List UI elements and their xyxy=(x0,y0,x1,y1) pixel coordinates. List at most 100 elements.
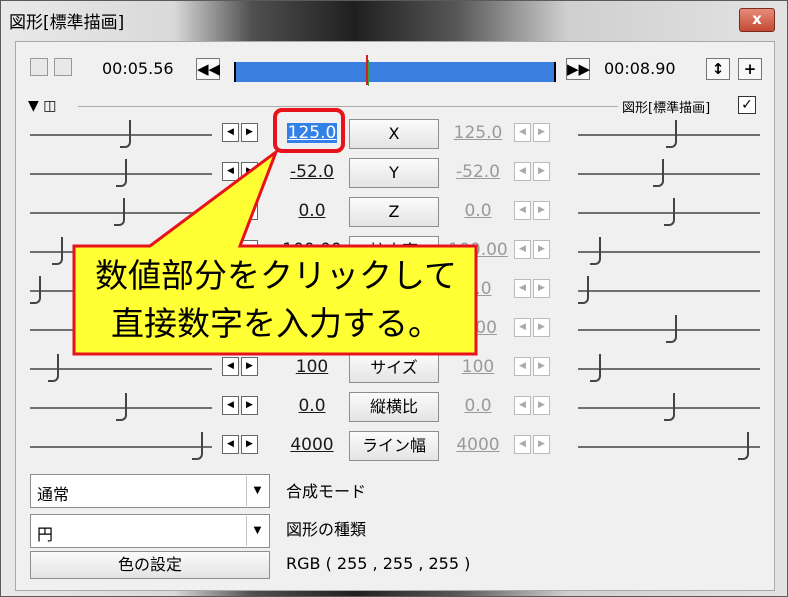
increment-icon[interactable]: ▶ xyxy=(533,123,550,142)
decrement-icon[interactable]: ◀ xyxy=(514,123,531,142)
timeline-track[interactable] xyxy=(234,55,556,86)
param-slider-right[interactable] xyxy=(578,388,760,427)
param-slider-right[interactable] xyxy=(578,154,760,193)
chevron-down-icon[interactable]: ▼ xyxy=(246,516,268,546)
frame-icon[interactable] xyxy=(54,58,72,76)
slider-thumb[interactable] xyxy=(48,354,59,382)
param-value-text[interactable]: 0.0 xyxy=(298,201,325,221)
slider-thumb[interactable] xyxy=(666,120,677,148)
close-button[interactable]: x xyxy=(739,8,775,32)
slider-thumb[interactable] xyxy=(664,198,675,226)
step-arrows-right[interactable]: ◀ ▶ xyxy=(514,435,550,454)
step-arrows-right[interactable]: ◀ ▶ xyxy=(514,240,550,259)
slider-thumb[interactable] xyxy=(664,393,675,421)
param-slider-left[interactable] xyxy=(30,388,212,427)
slider-thumb[interactable] xyxy=(52,237,63,265)
param-value-start[interactable]: 0.0 xyxy=(282,201,342,221)
param-name-button[interactable]: サイズ xyxy=(349,353,439,383)
step-arrows-left[interactable]: ◀ ▶ xyxy=(222,435,258,454)
increment-icon[interactable]: ▶ xyxy=(241,123,258,142)
color-settings-button[interactable]: 色の設定 xyxy=(30,551,270,579)
param-name-button[interactable]: Z xyxy=(349,197,439,227)
param-value-start[interactable]: 0.0 xyxy=(282,396,342,416)
step-arrows-left[interactable]: ◀ ▶ xyxy=(222,123,258,142)
slider-thumb[interactable] xyxy=(114,198,125,226)
decrement-icon[interactable]: ◀ xyxy=(222,357,239,376)
increment-icon[interactable]: ▶ xyxy=(533,240,550,259)
slider-thumb[interactable] xyxy=(116,159,127,187)
enable-checkbox[interactable]: ✓ xyxy=(738,96,756,114)
expand-toggle-icon[interactable]: ▼ ◫ xyxy=(28,98,56,114)
slider-thumb[interactable] xyxy=(653,159,664,187)
slider-thumb[interactable] xyxy=(590,237,601,265)
param-name-button[interactable]: 縦横比 xyxy=(349,392,439,422)
param-slider-right[interactable] xyxy=(578,349,760,388)
param-value-end[interactable]: 100 xyxy=(448,357,508,377)
param-value-text[interactable]: 0.0 xyxy=(298,396,325,416)
step-arrows-left[interactable]: ◀ ▶ xyxy=(222,162,258,181)
param-slider-right[interactable] xyxy=(578,427,760,466)
param-value-text[interactable]: 100 xyxy=(296,357,328,377)
step-arrows-right[interactable]: ◀ ▶ xyxy=(514,201,550,220)
increment-icon[interactable]: ▶ xyxy=(533,318,550,337)
param-slider-right[interactable] xyxy=(578,310,760,349)
slider-thumb[interactable] xyxy=(738,432,749,460)
param-value-text[interactable]: 4000 xyxy=(290,435,333,455)
slider-thumb[interactable] xyxy=(666,315,677,343)
increment-icon[interactable]: ▶ xyxy=(533,279,550,298)
step-arrows-left[interactable]: ◀ ▶ xyxy=(222,396,258,415)
param-slider-right[interactable] xyxy=(578,232,760,271)
increment-icon[interactable]: ▶ xyxy=(533,396,550,415)
slider-thumb[interactable] xyxy=(116,393,127,421)
increment-icon[interactable]: ▶ xyxy=(241,357,258,376)
slider-thumb[interactable] xyxy=(590,354,601,382)
decrement-icon[interactable]: ◀ xyxy=(222,123,239,142)
param-value-end[interactable]: 4000 xyxy=(448,435,508,455)
param-value-end[interactable]: 0.0 xyxy=(448,201,508,221)
param-value-start[interactable]: -52.0 xyxy=(282,162,342,182)
decrement-icon[interactable]: ◀ xyxy=(514,396,531,415)
prev-button[interactable]: ◀◀ xyxy=(196,58,220,80)
slider-thumb[interactable] xyxy=(30,276,41,304)
increment-icon[interactable]: ▶ xyxy=(533,435,550,454)
step-arrows-right[interactable]: ◀ ▶ xyxy=(514,123,550,142)
param-value-end[interactable]: 0.0 xyxy=(448,396,508,416)
step-arrows-right[interactable]: ◀ ▶ xyxy=(514,162,550,181)
param-value-end[interactable]: 125.0 xyxy=(448,123,508,143)
param-value-start[interactable]: 4000 xyxy=(282,435,342,455)
param-slider-right[interactable] xyxy=(578,193,760,232)
param-name-button[interactable]: Y xyxy=(349,158,439,188)
step-arrows-left[interactable]: ◀ ▶ xyxy=(222,357,258,376)
decrement-icon[interactable]: ◀ xyxy=(222,201,239,220)
increment-icon[interactable]: ▶ xyxy=(533,357,550,376)
param-slider-left[interactable] xyxy=(30,427,212,466)
increment-icon[interactable]: ▶ xyxy=(241,435,258,454)
sync-icon[interactable]: ↕ xyxy=(706,58,730,80)
decrement-icon[interactable]: ◀ xyxy=(222,162,239,181)
param-value-end[interactable]: -52.0 xyxy=(448,162,508,182)
param-value-text[interactable]: -52.0 xyxy=(290,162,334,182)
blend-mode-select[interactable]: 通常 ▼ xyxy=(30,474,270,508)
param-value-start[interactable]: 100 xyxy=(282,357,342,377)
decrement-icon[interactable]: ◀ xyxy=(514,279,531,298)
decrement-icon[interactable]: ◀ xyxy=(514,162,531,181)
next-button[interactable]: ▶▶ xyxy=(566,58,590,80)
decrement-icon[interactable]: ◀ xyxy=(514,435,531,454)
increment-icon[interactable]: ▶ xyxy=(533,162,550,181)
chevron-down-icon[interactable]: ▼ xyxy=(246,476,268,506)
decrement-icon[interactable]: ◀ xyxy=(222,396,239,415)
param-slider-left[interactable] xyxy=(30,154,212,193)
param-slider-left[interactable] xyxy=(30,193,212,232)
step-arrows-left[interactable]: ◀ ▶ xyxy=(222,201,258,220)
decrement-icon[interactable]: ◀ xyxy=(514,357,531,376)
param-slider-left[interactable] xyxy=(30,115,212,154)
add-icon[interactable]: + xyxy=(738,58,762,80)
increment-icon[interactable]: ▶ xyxy=(241,162,258,181)
param-slider-right[interactable] xyxy=(578,115,760,154)
step-arrows-right[interactable]: ◀ ▶ xyxy=(514,396,550,415)
slider-thumb[interactable] xyxy=(192,432,203,460)
increment-icon[interactable]: ▶ xyxy=(533,201,550,220)
param-name-button[interactable]: X xyxy=(349,119,439,149)
decrement-icon[interactable]: ◀ xyxy=(222,435,239,454)
step-arrows-right[interactable]: ◀ ▶ xyxy=(514,279,550,298)
